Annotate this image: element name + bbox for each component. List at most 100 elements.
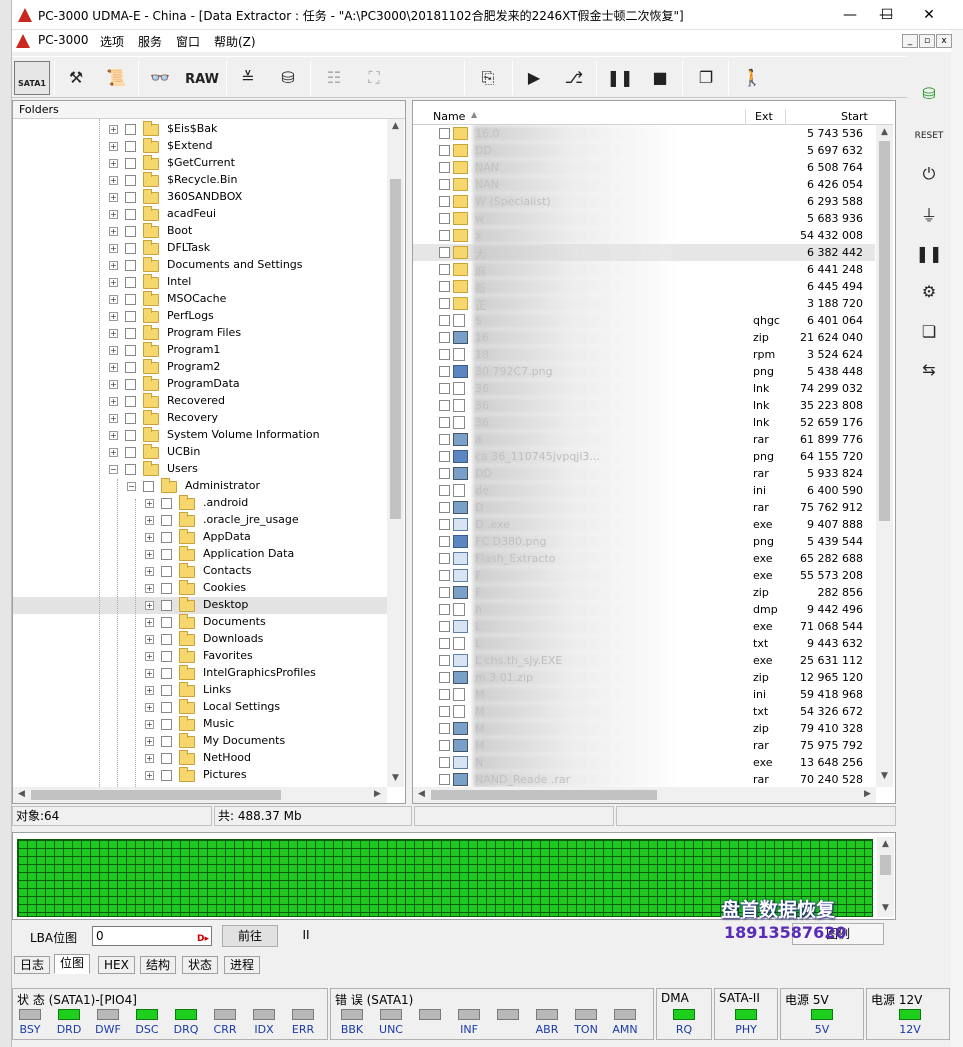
expand-icon[interactable]: +	[109, 159, 118, 168]
expand-icon[interactable]: +	[109, 329, 118, 338]
folder-checkbox[interactable]	[161, 702, 172, 713]
tools-icon[interactable]: ⚒	[58, 61, 94, 95]
file-checkbox[interactable]	[439, 519, 450, 530]
file-row[interactable]: 36lnk52 659 176	[413, 414, 875, 431]
expand-icon[interactable]: +	[145, 669, 154, 678]
folder-tree-item[interactable]: + IntelGraphicsProfiles	[13, 665, 387, 682]
expand-icon[interactable]: +	[109, 278, 118, 287]
file-row[interactable]: ca 36_110745jvpqji3...png64 155 720	[413, 448, 875, 465]
folder-checkbox[interactable]	[125, 192, 136, 203]
folder-tree-item[interactable]: + Program Files	[13, 325, 387, 342]
folder-tree-item[interactable]: + Local Settings	[13, 699, 387, 716]
expand-icon[interactable]: +	[109, 295, 118, 304]
file-checkbox[interactable]	[439, 264, 450, 275]
scroll-left-arrow-icon[interactable]: ◀	[13, 789, 30, 799]
folder-tree-item[interactable]: + DFLTask	[13, 240, 387, 257]
file-row[interactable]: Lexe71 068 544	[413, 618, 875, 635]
scroll-icon[interactable]: 📜	[98, 61, 134, 95]
folder-checkbox[interactable]	[125, 379, 136, 390]
file-checkbox[interactable]	[439, 570, 450, 581]
file-checkbox[interactable]	[439, 349, 450, 360]
folder-tree-item[interactable]: + My Documents	[13, 733, 387, 750]
folder-tree-item[interactable]: + Music	[13, 716, 387, 733]
file-row[interactable]: w5 683 936	[413, 210, 875, 227]
file-row[interactable]: Mini59 418 968	[413, 686, 875, 703]
expand-icon[interactable]: +	[109, 363, 118, 372]
file-row[interactable]: hdmp9 442 496	[413, 601, 875, 618]
folder-checkbox[interactable]	[125, 294, 136, 305]
files-horizontal-scrollbar[interactable]: ◀ ▶	[413, 787, 876, 803]
folder-tree-item[interactable]: + ProgramData	[13, 376, 387, 393]
folder-checkbox[interactable]	[125, 396, 136, 407]
menu-window[interactable]: 窗口	[176, 33, 200, 50]
files-scroll-thumb[interactable]	[879, 141, 890, 521]
folder-checkbox[interactable]	[161, 651, 172, 662]
folder-tree-item[interactable]: + NetHood	[13, 750, 387, 767]
files-scroll-up-icon[interactable]: ▲	[876, 127, 893, 137]
folder-tree-item[interactable]: + $Eis$Bak	[13, 121, 387, 138]
folder-checkbox[interactable]	[161, 685, 172, 696]
menu-service[interactable]: 服务	[138, 33, 162, 50]
export-icon[interactable]: ⎘	[470, 61, 506, 95]
folder-tree-item[interactable]: + Downloads	[13, 631, 387, 648]
file-checkbox[interactable]	[439, 723, 450, 734]
file-checkbox[interactable]	[439, 230, 450, 241]
reset-icon[interactable]: RESET	[913, 120, 945, 152]
expand-icon[interactable]: +	[109, 312, 118, 321]
folder-checkbox[interactable]	[161, 719, 172, 730]
folder-checkbox[interactable]	[161, 515, 172, 526]
pause-icon[interactable]: ❚❚	[602, 61, 638, 95]
lba-pause-button[interactable]: II	[292, 925, 320, 947]
file-checkbox[interactable]	[439, 553, 450, 564]
file-row[interactable]: 30 792C7.pngpng5 438 448	[413, 363, 875, 380]
folder-tree-item[interactable]: + .android	[13, 495, 387, 512]
file-row[interactable]: Mrar75 975 792	[413, 737, 875, 754]
file-checkbox[interactable]	[439, 757, 450, 768]
column-ext[interactable]: Ext	[755, 110, 773, 123]
folder-checkbox[interactable]	[161, 736, 172, 747]
file-row[interactable]: NAND_Reade .rarrar70 240 528	[413, 771, 875, 787]
folder-checkbox[interactable]	[125, 328, 136, 339]
expand-icon[interactable]: +	[145, 720, 154, 729]
files-vertical-scrollbar[interactable]: ▲ ▼	[876, 125, 893, 787]
file-checkbox[interactable]	[439, 196, 450, 207]
file-row[interactable]: NAN6 426 054	[413, 176, 875, 193]
file-checkbox[interactable]	[439, 213, 450, 224]
file-row[interactable]: DD5 697 632	[413, 142, 875, 159]
file-checkbox[interactable]	[439, 672, 450, 683]
drive-icon[interactable]: ⛁	[270, 61, 306, 95]
file-row[interactable]: 36lnk35 223 808	[413, 397, 875, 414]
file-row[interactable]: arar61 899 776	[413, 431, 875, 448]
scroll-right-arrow-icon[interactable]: ▶	[369, 789, 386, 799]
file-row[interactable]: x54 432 008	[413, 227, 875, 244]
folder-checkbox[interactable]	[125, 158, 136, 169]
map-scroll-down-icon[interactable]: ▼	[877, 903, 894, 913]
file-checkbox[interactable]	[439, 638, 450, 649]
file-row[interactable]: FC D380.pngpng5 439 544	[413, 533, 875, 550]
file-row[interactable]: 36lnk74 299 032	[413, 380, 875, 397]
expand-icon[interactable]: +	[145, 686, 154, 695]
expand-icon[interactable]: +	[109, 380, 118, 389]
folder-checkbox[interactable]	[125, 362, 136, 373]
folder-checkbox[interactable]	[125, 277, 136, 288]
folder-checkbox[interactable]	[161, 549, 172, 560]
expand-icon[interactable]: +	[145, 601, 154, 610]
files-hscroll-thumb[interactable]	[431, 790, 657, 800]
file-checkbox[interactable]	[439, 247, 450, 258]
folder-tree-item[interactable]: + .oracle_jre_usage	[13, 512, 387, 529]
folder-tree-item[interactable]: + $GetCurrent	[13, 155, 387, 172]
folder-checkbox[interactable]	[161, 532, 172, 543]
files-scroll-left-icon[interactable]: ◀	[413, 789, 430, 799]
windows-icon[interactable]: ❐	[688, 61, 724, 95]
connector-icon[interactable]: ⇆	[913, 354, 945, 386]
folder-checkbox[interactable]	[125, 447, 136, 458]
folder-checkbox[interactable]	[161, 583, 172, 594]
map-scroll-thumb[interactable]	[880, 855, 891, 875]
expand-icon[interactable]: +	[109, 346, 118, 355]
expand-icon[interactable]: +	[145, 533, 154, 542]
folder-checkbox[interactable]	[161, 668, 172, 679]
folder-checkbox[interactable]	[125, 311, 136, 322]
folder-tree-item[interactable]: + Intel	[13, 274, 387, 291]
file-checkbox[interactable]	[439, 621, 450, 632]
folder-tree-item[interactable]: + Favorites	[13, 648, 387, 665]
